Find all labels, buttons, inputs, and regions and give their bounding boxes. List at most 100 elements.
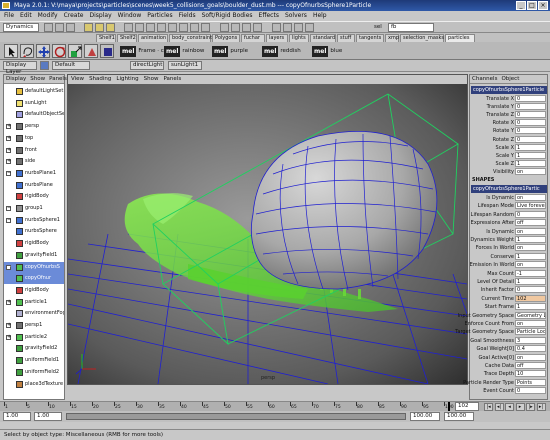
viewport-menu-shading[interactable]: Shading [89,75,111,84]
channel-value-field[interactable]: 10 [515,370,546,378]
select-hierarchy-icon[interactable] [84,23,93,32]
render-icon[interactable] [283,23,292,32]
step-back-icon[interactable]: ◂| [494,403,504,411]
sel-field[interactable]: fb [388,23,434,32]
channel-value-field[interactable]: 1 [515,151,546,159]
channel-menu-object[interactable]: Object [501,75,519,83]
menu-particles[interactable]: Particles [147,11,172,21]
expand-toggle[interactable]: − [6,206,11,211]
channel-value-field[interactable]: Live forever [515,202,546,210]
shelf-tab-9[interactable]: stuff [337,34,355,42]
mask-misc-icon[interactable] [201,23,210,32]
channel-value-field[interactable]: -1 [515,269,546,277]
outliner-item[interactable]: + persp1 [4,320,64,331]
channel-value-field[interactable]: 0 [515,103,546,111]
manipulator-tool-icon[interactable] [84,44,98,58]
expand-toggle[interactable]: + [6,299,11,305]
channel-value-field[interactable]: on [515,353,546,361]
shelf-tab-10[interactable]: tangents [356,34,384,42]
expand-toggle[interactable]: + [6,323,11,328]
viewport-menu-panels[interactable]: Panels [163,75,181,84]
outliner-item[interactable]: nurbsSphere [4,226,64,237]
minimize-button[interactable]: _ [516,1,526,10]
channel-value-field[interactable]: Points [515,378,546,386]
outliner-item[interactable]: − nurbsPlane1 [4,168,64,179]
mask-curve-icon[interactable] [146,23,155,32]
snap-grid-icon[interactable] [220,23,229,32]
channel-value-field[interactable]: 1 [515,303,546,311]
channel-value-field[interactable]: 0 [515,119,546,127]
outliner-menu-display[interactable]: Display [6,75,26,83]
mel-button-blue[interactable]: mel blue [312,45,342,57]
mel-button-reddish[interactable]: mel reddish [262,45,301,57]
rotate-tool-icon[interactable] [52,44,66,58]
channel-value-field[interactable]: on [515,194,546,201]
maximize-button[interactable]: □ [527,1,537,10]
channel-value-field[interactable]: 1 [515,159,546,167]
channel-value-field[interactable]: 0.4 [515,345,546,353]
snap-point-icon[interactable] [242,23,251,32]
channel-value-field[interactable]: Particle Loca [515,328,546,336]
outliner-item[interactable]: + top [4,133,64,144]
mel-button-purple[interactable]: mel purple [212,45,248,57]
channel-value-field[interactable]: 0 [515,135,546,143]
channel-value-field[interactable]: 1 [515,143,546,151]
new-scene-icon[interactable] [44,23,53,32]
outliner-item[interactable]: sunLight [4,98,64,109]
menu-create[interactable]: Create [64,11,84,21]
node-name[interactable]: copyOfnurbsSphere1Particle [471,86,547,94]
expand-toggle[interactable]: − [6,264,11,270]
menu-solvers[interactable]: Solvers [285,11,307,21]
expand-toggle[interactable]: + [6,159,11,165]
outliner-menu-panels[interactable]: Panels [49,75,67,83]
shape-node-name[interactable]: copyOfnurbsSphere1Partic [471,185,547,193]
open-scene-icon[interactable] [55,23,64,32]
outliner-item[interactable]: environmentFog [4,308,64,319]
mask-deform-icon[interactable] [168,23,177,32]
lasso-tool-icon[interactable] [20,44,34,58]
current-time-marker[interactable] [448,402,450,411]
mask-handle-icon[interactable] [124,23,133,32]
menu-soft-rigid[interactable]: Soft/Rigid Bodies [202,11,253,21]
outliner-item[interactable]: uniformField1 [4,355,64,366]
menu-display[interactable]: Display [90,11,112,21]
goto-end-icon[interactable]: ▸| [536,403,546,411]
shelf-tab-12[interactable]: selection_masks [400,34,444,42]
mask-joint-icon[interactable] [135,23,144,32]
viewport-menu-view[interactable]: View [71,75,84,84]
ipr-render-icon[interactable] [294,23,303,32]
channel-value-field[interactable]: on [515,244,546,252]
menu-edit[interactable]: Edit [20,11,32,21]
expand-toggle[interactable]: + [6,135,11,141]
mask-dynamic-icon[interactable] [179,23,188,32]
shelf-tab-4[interactable]: Polygons [212,34,240,42]
outliner-item[interactable]: nurbsPlane [4,180,64,191]
history-icon[interactable] [272,23,281,32]
channel-value-field[interactable]: on [515,227,546,235]
playback-start-field[interactable]: 1.00 [34,412,62,421]
shelf-tab-5[interactable]: fuchar [241,34,265,42]
step-forward-icon[interactable]: |▸ [526,403,535,411]
layer-color-icon[interactable] [40,61,49,70]
menu-window[interactable]: Window [118,11,142,21]
channel-value-field[interactable]: 0 [515,127,546,135]
mel-button-frame[interactable]: mel Frame · cp [120,45,167,57]
shelf-tab-7[interactable]: lights [289,34,309,42]
expand-toggle[interactable]: − [6,170,11,176]
menu-file[interactable]: File [4,11,14,21]
shelf-tab-11[interactable]: xmp [385,34,399,42]
goto-start-icon[interactable]: |◂ [484,403,493,411]
menu-set-dropdown[interactable]: Dynamics [3,23,39,32]
time-slider[interactable]: 1 5 10 15 20 25 30 35 40 45 50 55 60 65 70 75 80 85 90 95 10… [0,401,550,411]
save-scene-icon[interactable] [66,23,75,32]
mask-surface-icon[interactable] [157,23,166,32]
mask-render-icon[interactable] [190,23,199,32]
channel-value-field[interactable]: on [515,167,546,175]
outliner-item[interactable]: uniformField2 [4,367,64,378]
expand-toggle[interactable]: + [6,147,11,153]
channel-value-field[interactable]: off [515,219,546,227]
play-forward-icon[interactable]: ▸ [515,403,525,411]
display-layer-menu[interactable]: Display Layer [3,61,37,75]
mel-button-rainbow[interactable]: mel rainbow [164,45,204,57]
shelf-tab-2[interactable]: animation [138,34,168,42]
